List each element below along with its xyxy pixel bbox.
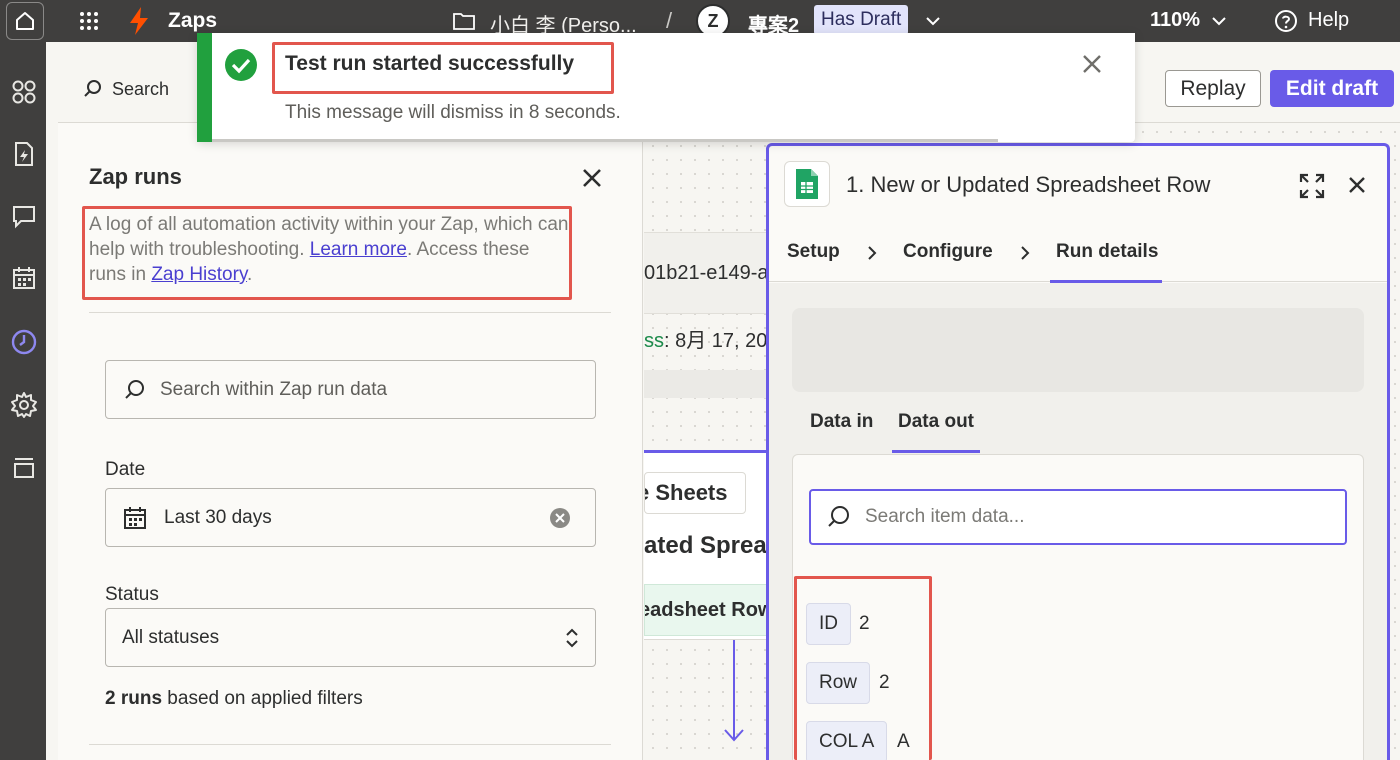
date-value: Last 30 days <box>164 506 272 528</box>
run-status: ss <box>644 330 664 352</box>
search-label: Search <box>112 78 170 99</box>
app-grid-icon[interactable] <box>78 10 100 32</box>
clear-icon[interactable] <box>549 507 571 529</box>
date-filter[interactable]: Last 30 days <box>105 488 596 547</box>
field-value: A <box>897 731 910 752</box>
calendar-icon[interactable] <box>10 264 38 292</box>
zoom-level[interactable]: 110% <box>1150 9 1200 32</box>
field-key[interactable]: ID <box>806 603 851 645</box>
search-icon <box>828 506 849 527</box>
chat-icon[interactable] <box>10 202 38 230</box>
runs-count-text: based on applied filters <box>162 688 363 709</box>
toast-accent-bar <box>197 33 212 142</box>
apps-icon[interactable] <box>10 78 38 106</box>
chevron-right-icon <box>1021 246 1030 260</box>
step-event: eadsheet Row <box>644 584 768 636</box>
step-detail-title: 1. New or Updated Spreadsheet Row <box>846 172 1211 197</box>
canvas-search-button[interactable]: Search <box>82 76 169 102</box>
help-icon[interactable] <box>1274 9 1298 33</box>
run-search-placeholder: Search within Zap run data <box>160 378 388 400</box>
close-icon[interactable] <box>1346 174 1368 196</box>
item-data-search-input[interactable]: Search item data... <box>809 489 1347 545</box>
run-status-line: ss: 8月 17, 20 <box>644 324 767 353</box>
draft-badge[interactable]: Has Draft <box>814 5 909 35</box>
step-app-name: e Sheets <box>644 480 728 505</box>
zap-file-icon[interactable] <box>10 140 38 168</box>
close-icon[interactable] <box>580 166 604 190</box>
home-icon <box>16 12 34 30</box>
calendar-icon <box>124 506 146 529</box>
zap-history-link[interactable]: Zap History <box>151 264 247 285</box>
runs-count-number: 2 runs <box>105 688 163 709</box>
history-icon[interactable] <box>10 328 38 356</box>
check-circle-icon <box>225 49 257 81</box>
tab-data-in[interactable]: Data in <box>810 411 873 433</box>
zap-bolt-icon <box>130 7 148 35</box>
zap-runs-description: A log of all automation activity within … <box>89 212 569 287</box>
divider <box>89 744 611 745</box>
toast-timer-bar <box>212 139 998 142</box>
step-event-label: eadsheet Row <box>644 599 768 621</box>
layers-icon[interactable] <box>10 453 38 481</box>
date-label: Date <box>105 459 146 480</box>
learn-more-link[interactable]: Learn more <box>310 239 407 260</box>
folder-icon <box>453 13 475 30</box>
close-icon[interactable] <box>1080 52 1104 76</box>
tab-data-out[interactable]: Data out <box>898 411 974 433</box>
google-sheets-icon <box>784 161 830 207</box>
search-icon <box>84 80 101 97</box>
home-button[interactable] <box>6 2 44 40</box>
help-link[interactable]: Help <box>1308 9 1349 32</box>
chevron-down-icon[interactable] <box>1210 12 1228 30</box>
field-value: 2 <box>859 613 870 634</box>
status-label: Status <box>105 584 159 605</box>
step-title: ated Sprea <box>644 532 767 559</box>
desc-text: . <box>247 264 253 285</box>
run-id: 01b21-e149-a <box>644 262 769 284</box>
toast-message: This message will dismiss in 8 seconds. <box>285 102 621 123</box>
expand-icon[interactable] <box>1298 172 1326 200</box>
zap-runs-title: Zap runs <box>89 164 182 189</box>
run-date: : 8月 17, 20 <box>664 330 768 352</box>
divider <box>89 312 611 313</box>
chevron-down-icon[interactable] <box>924 12 942 30</box>
settings-icon[interactable] <box>10 391 38 419</box>
status-value: All statuses <box>122 626 220 648</box>
app-title[interactable]: Zaps <box>168 9 217 33</box>
replay-button[interactable]: Replay <box>1165 70 1261 107</box>
toast-notification <box>197 33 1135 142</box>
run-summary-placeholder <box>792 308 1364 392</box>
runs-count: 2 runs based on applied filters <box>105 688 363 710</box>
crumb-run-details[interactable]: Run details <box>1056 241 1158 263</box>
toast-title: Test run started successfully <box>285 52 575 75</box>
breadcrumb-separator: / <box>666 8 673 33</box>
active-tab-indicator <box>892 450 980 453</box>
chevron-right-icon <box>868 246 877 260</box>
step-app-chip: e Sheets <box>644 472 746 514</box>
item-search-placeholder: Search item data... <box>865 506 1025 527</box>
select-arrows-icon <box>566 628 578 647</box>
connector-arrow-icon <box>724 640 744 742</box>
field-key[interactable]: COL A <box>806 721 888 760</box>
canvas-band <box>644 370 768 398</box>
field-key[interactable]: Row <box>806 662 871 704</box>
field-value: 2 <box>879 672 890 693</box>
status-select[interactable]: All statuses <box>105 608 596 667</box>
crumb-configure[interactable]: Configure <box>903 241 993 263</box>
run-search-input[interactable]: Search within Zap run data <box>105 360 596 419</box>
crumb-setup[interactable]: Setup <box>787 241 840 263</box>
left-rail <box>0 42 46 760</box>
search-icon <box>125 379 144 399</box>
edit-draft-button[interactable]: Edit draft <box>1270 70 1394 107</box>
